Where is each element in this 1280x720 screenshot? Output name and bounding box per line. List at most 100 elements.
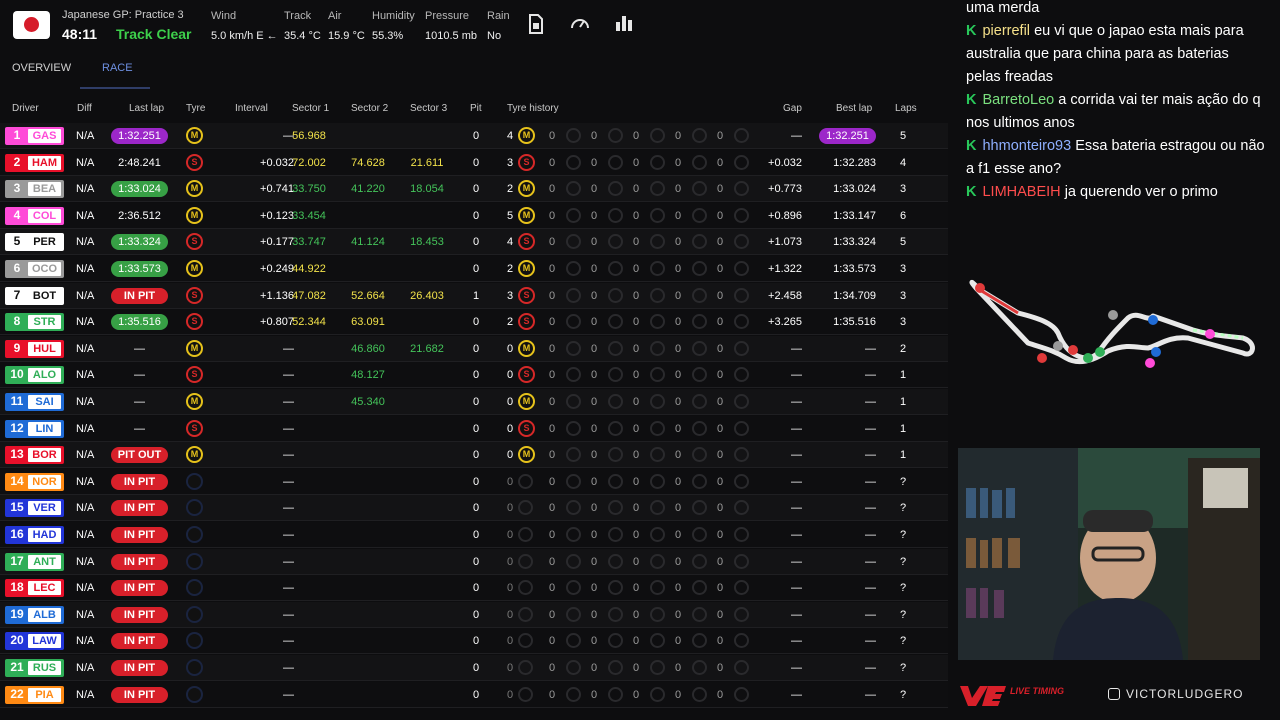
driver-badge[interactable]: 10 ALO bbox=[5, 366, 64, 385]
col-driver[interactable]: Driver bbox=[12, 103, 39, 114]
driver-code: HAM bbox=[28, 155, 61, 170]
table-row[interactable]: 12 LIN N/A — S —0 0 S 0 0 0 0 0— —1 bbox=[0, 415, 948, 442]
sector-3-cell: 26.403 bbox=[410, 289, 444, 302]
car-marker[interactable] bbox=[1108, 310, 1118, 320]
table-row[interactable]: 19 ALB N/A IN PIT — 0 0 0 0 0 0 0 — —? bbox=[0, 601, 948, 628]
pit-count-cell: 0 bbox=[472, 342, 480, 355]
car-marker[interactable] bbox=[1037, 353, 1047, 363]
col-pit[interactable]: Pit bbox=[470, 103, 482, 114]
col-sector-1[interactable]: Sector 1 bbox=[292, 103, 329, 114]
col-sector-2[interactable]: Sector 2 bbox=[351, 103, 388, 114]
table-row[interactable]: 10 ALO N/A — S —48.127 0 0 S 0 0 0 0 0— —1 bbox=[0, 362, 948, 389]
session-name: Japanese GP: Practice 3 bbox=[62, 9, 184, 21]
driver-badge[interactable]: 8 STR bbox=[5, 313, 64, 332]
driver-badge[interactable]: 5 PER bbox=[5, 233, 64, 252]
table-row[interactable]: 21 RUS N/A IN PIT — 0 0 0 0 0 0 0 — —? bbox=[0, 655, 948, 681]
col-best-lap[interactable]: Best lap bbox=[836, 103, 872, 114]
table-row[interactable]: 11 SAI N/A — M —45.340 0 0 M 0 0 0 0 0— —1 bbox=[0, 389, 948, 415]
table-row[interactable]: 6 OCO N/A 1:33.573 M +0.249 44.922 0 2 M 0 0 0 0 0 +1.3… bbox=[0, 256, 948, 282]
speedometer-icon[interactable] bbox=[568, 14, 592, 38]
driver-badge[interactable]: 6 OCO bbox=[5, 260, 64, 278]
table-row[interactable]: 1 GAS N/A 1:32.251 M —56.968 0 4 M 0 0 0 0 0—1:32.251… bbox=[0, 123, 948, 149]
tyre-compound-icon: S bbox=[186, 419, 203, 437]
table-row[interactable]: 22 PIA N/A IN PIT — 0 0 0 0 0 0 0 — —? bbox=[0, 681, 948, 708]
driver-badge[interactable]: 9 HUL bbox=[5, 339, 64, 358]
col-last-lap[interactable]: Last lap bbox=[129, 103, 164, 114]
driver-badge[interactable]: 2 HAM bbox=[5, 153, 64, 172]
driver-badge[interactable]: 18 LEC bbox=[5, 579, 64, 598]
col-laps[interactable]: Laps bbox=[895, 103, 917, 114]
table-row[interactable]: 4 COL N/A 2:36.512 M +0.123 33.454 0 5 M 0 0 0 0 0 +0.8… bbox=[0, 202, 948, 229]
driver-badge[interactable]: 12 LIN bbox=[5, 419, 64, 438]
table-row[interactable]: 20 LAW N/A IN PIT — 0 0 0 0 0 0 0 — —? bbox=[0, 628, 948, 655]
empty-tyre-slot-icon bbox=[566, 128, 581, 143]
tab-race[interactable]: RACE bbox=[102, 62, 133, 74]
car-marker[interactable] bbox=[1083, 353, 1093, 363]
chat-username[interactable]: BarretoLeo bbox=[982, 92, 1054, 108]
table-row[interactable]: 3 BEA N/A 1:33.024 M +0.741 33.750 41.220 18.054… bbox=[0, 176, 948, 203]
table-row[interactable]: 15 VER N/A IN PIT — 0 0 0 0 0 0 0 — —? bbox=[0, 495, 948, 522]
empty-tyre-slot-icon bbox=[608, 686, 623, 702]
table-row[interactable]: 5 PER N/A 1:33.324 S +0.177 33.747 41.124 18.453… bbox=[0, 229, 948, 256]
driver-badge[interactable]: 21 RUS bbox=[5, 659, 64, 677]
instagram-handle[interactable]: VICTORLUDGERO bbox=[1108, 686, 1243, 701]
car-marker[interactable] bbox=[1053, 341, 1063, 351]
active-tab-indicator bbox=[80, 87, 150, 89]
car-marker[interactable] bbox=[1095, 347, 1105, 357]
table-row[interactable]: 7 BOT N/A IN PIT S +1.136 47.082 52.664 26.403 1 3… bbox=[0, 282, 948, 309]
sector-1-cell: 72.002 bbox=[292, 156, 326, 169]
col-interval[interactable]: Interval bbox=[235, 103, 268, 114]
pit-count-cell: 0 bbox=[472, 529, 480, 541]
car-marker[interactable] bbox=[1151, 347, 1161, 357]
history-count: 0 bbox=[632, 130, 640, 142]
driver-badge[interactable]: 14 NOR bbox=[5, 472, 64, 491]
empty-tyre-slot-icon bbox=[608, 500, 623, 516]
empty-tyre-slot-icon bbox=[692, 500, 707, 516]
chat-username[interactable]: LIMHABEIH bbox=[982, 184, 1060, 200]
driver-badge[interactable]: 11 SAI bbox=[5, 393, 64, 411]
table-row[interactable]: 18 LEC N/A IN PIT — 0 0 0 0 0 0 0 — —? bbox=[0, 575, 948, 602]
tab-overview[interactable]: OVERVIEW bbox=[12, 62, 71, 74]
chat-username[interactable]: pierrefil bbox=[982, 23, 1030, 39]
bar-chart-icon[interactable] bbox=[612, 14, 636, 38]
driver-badge[interactable]: 3 BEA bbox=[5, 180, 64, 199]
col-diff[interactable]: Diff bbox=[77, 103, 92, 114]
car-marker[interactable] bbox=[1205, 329, 1215, 339]
empty-tyre-slot-icon bbox=[650, 686, 665, 702]
car-marker[interactable] bbox=[975, 283, 985, 293]
driver-badge[interactable]: 19 ALB bbox=[5, 605, 64, 624]
driver-badge[interactable]: 7 BOT bbox=[5, 286, 64, 305]
table-row[interactable]: 13 BOR N/A PIT OUT M —0 0 M 0 0 0 0 0— —1 bbox=[0, 442, 948, 469]
driver-badge[interactable]: 22 PIA bbox=[5, 685, 64, 704]
chat-username[interactable]: hhmonteiro93 bbox=[982, 138, 1071, 154]
table-row[interactable]: 2 HAM N/A 2:48.241 S +0.032 72.002 74.628 21.611… bbox=[0, 149, 948, 176]
interval-cell: — bbox=[283, 422, 294, 435]
table-row[interactable]: 16 HAD N/A IN PIT — 0 0 0 0 0 0 0 — —? bbox=[0, 522, 948, 548]
driver-badge[interactable]: 1 GAS bbox=[5, 127, 64, 145]
car-marker[interactable] bbox=[1145, 358, 1155, 368]
table-row[interactable]: 9 HUL N/A — M —46.860 21.682 0 0 M 0 0 0 0 0— —2 bbox=[0, 335, 948, 362]
document-icon[interactable] bbox=[524, 14, 548, 38]
driver-badge[interactable]: 16 HAD bbox=[5, 526, 64, 544]
col-gap[interactable]: Gap bbox=[783, 103, 802, 114]
last-lap-cell: IN PIT bbox=[111, 633, 168, 650]
col-sector-3[interactable]: Sector 3 bbox=[410, 103, 447, 114]
webcam-feed bbox=[958, 448, 1260, 660]
table-row[interactable]: 14 NOR N/A IN PIT — 0 0 0 0 0 0 0 — —? bbox=[0, 468, 948, 495]
car-marker[interactable] bbox=[1068, 345, 1078, 355]
table-row[interactable]: 8 STR N/A 1:35.516 S +0.807 52.344 63.091 0 2 S 0 0 0… bbox=[0, 309, 948, 336]
history-count: 0 bbox=[674, 529, 682, 541]
weather-track: Track 35.4 °C bbox=[284, 10, 321, 42]
driver-badge[interactable]: 20 LAW bbox=[5, 632, 64, 651]
empty-tyre-slot-icon bbox=[692, 527, 707, 542]
col-tyre[interactable]: Tyre bbox=[186, 103, 205, 114]
driver-badge[interactable]: 4 COL bbox=[5, 206, 64, 225]
table-row[interactable]: 17 ANT N/A IN PIT — 0 0 0 0 0 0 0 — —? bbox=[0, 548, 948, 575]
gap-cell: — bbox=[791, 502, 802, 515]
driver-badge[interactable]: 17 ANT bbox=[5, 552, 64, 571]
tyre-compound-icon: M bbox=[186, 339, 203, 357]
driver-badge[interactable]: 13 BOR bbox=[5, 446, 64, 465]
driver-badge[interactable]: 15 VER bbox=[5, 499, 64, 518]
col-tyre-history[interactable]: Tyre history bbox=[507, 103, 559, 114]
car-marker[interactable] bbox=[1148, 315, 1158, 325]
